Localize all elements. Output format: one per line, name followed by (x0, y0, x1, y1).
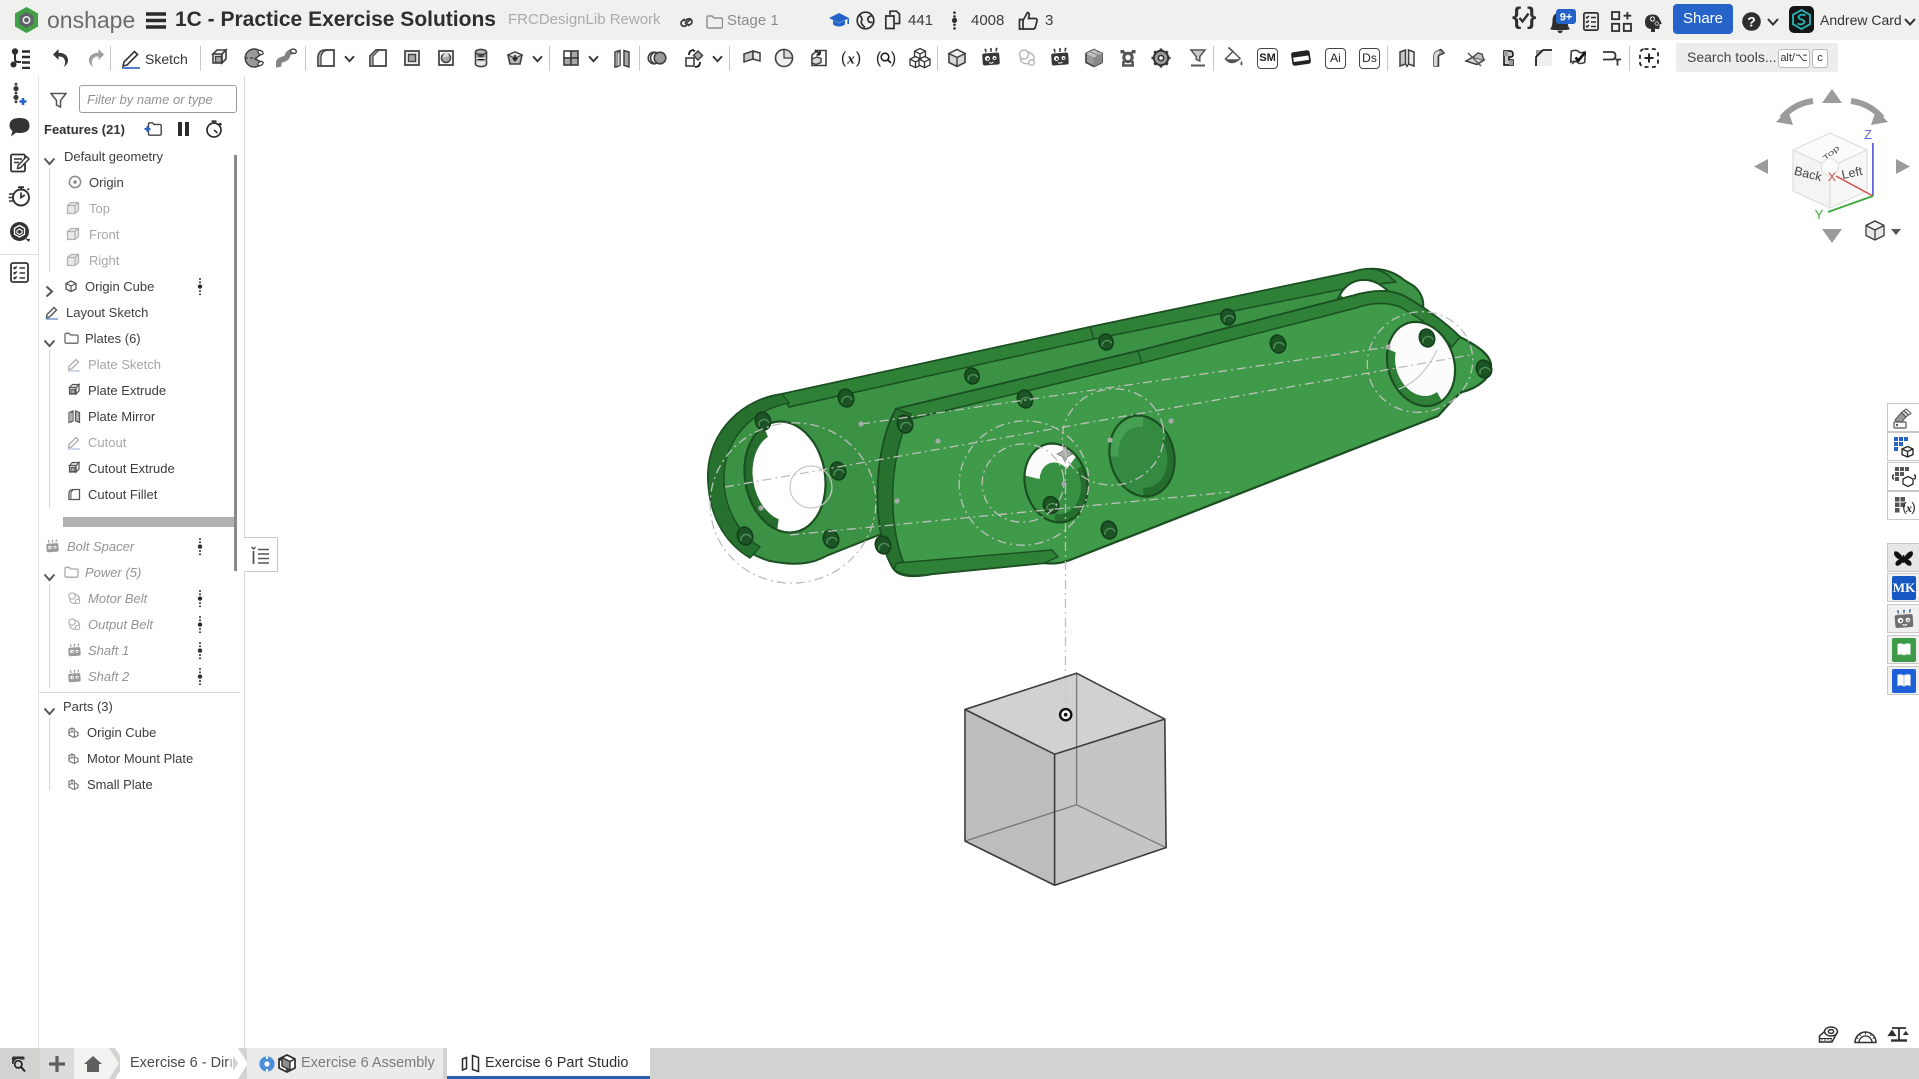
svg-text:9+: 9+ (1560, 12, 1573, 24)
svg-text:(: ( (876, 50, 882, 67)
svg-text:x: x (846, 52, 855, 68)
svg-text:Z: Z (1864, 127, 1872, 142)
svg-text:): ) (1911, 500, 1915, 515)
svg-text:): ) (856, 50, 861, 67)
svg-text:(: ( (841, 50, 847, 67)
svg-text:Y: Y (1815, 207, 1824, 222)
svg-text:?: ? (1747, 14, 1756, 30)
svg-text:): ) (891, 50, 896, 67)
svg-text:X: X (1828, 170, 1836, 184)
svg-text:(: ( (1902, 500, 1907, 515)
